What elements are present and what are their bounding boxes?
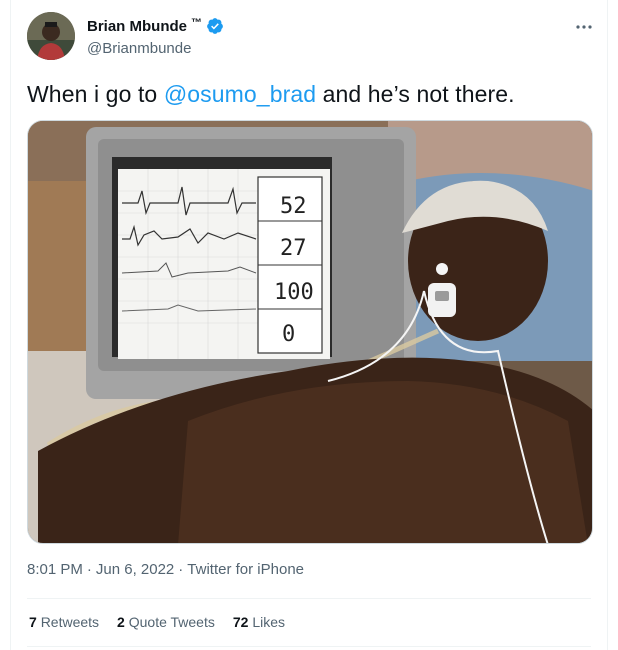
tweet-text-after: and he’s not there. xyxy=(316,81,515,107)
author-display-name[interactable]: Brian Mbunde xyxy=(87,18,187,35)
divider xyxy=(27,646,591,647)
tweet-text: When i go to @osumo_brad and he’s not th… xyxy=(27,80,593,108)
author-handle[interactable]: @Brianmbunde xyxy=(87,40,191,57)
author-name-row[interactable]: Brian Mbunde ™ xyxy=(87,17,224,35)
quote-tweets-label: Quote Tweets xyxy=(128,614,215,630)
likes-count: 72 xyxy=(232,614,249,630)
divider xyxy=(27,598,591,599)
likes-stat[interactable]: 72 Likes xyxy=(233,614,285,630)
tweet-photo[interactable]: 52 27 100 0 xyxy=(27,120,593,544)
tweet-time[interactable]: 8:01 PM xyxy=(27,561,83,578)
retweets-stat[interactable]: 7 Retweets xyxy=(29,614,99,630)
verified-badge-icon xyxy=(207,18,223,34)
meta-separator: · xyxy=(178,561,184,578)
avatar[interactable] xyxy=(27,12,75,60)
tweet-stats: 7 Retweets 2 Quote Tweets 72 Likes xyxy=(29,614,285,630)
reading-3: 100 xyxy=(274,280,314,305)
reading-1: 52 xyxy=(280,194,307,219)
more-options-button[interactable] xyxy=(573,16,595,38)
quote-tweets-stat[interactable]: 2 Quote Tweets xyxy=(117,614,215,630)
tweet-source[interactable]: Twitter for iPhone xyxy=(187,561,304,578)
reading-2: 27 xyxy=(280,236,307,261)
retweets-label: Retweets xyxy=(40,614,100,630)
tweet-card: Brian Mbunde ™ @Brianmbunde When i go to… xyxy=(10,0,608,650)
tweet-meta: 8:01 PM · Jun 6, 2022 · Twitter for iPho… xyxy=(27,561,304,578)
likes-label: Likes xyxy=(252,614,286,630)
mention-link[interactable]: @osumo_brad xyxy=(164,81,316,107)
reading-4: 0 xyxy=(282,322,295,347)
photo-illustration: 52 27 100 0 xyxy=(28,121,592,543)
avatar-photo xyxy=(27,12,75,60)
tweet-date[interactable]: Jun 6, 2022 xyxy=(96,561,174,578)
trademark-symbol: ™ xyxy=(191,17,202,29)
meta-separator: · xyxy=(86,561,92,578)
tweet-text-before: When i go to xyxy=(27,81,164,107)
quote-tweets-count: 2 xyxy=(117,614,125,630)
more-horizontal-icon xyxy=(576,25,592,29)
retweets-count: 7 xyxy=(29,614,37,630)
